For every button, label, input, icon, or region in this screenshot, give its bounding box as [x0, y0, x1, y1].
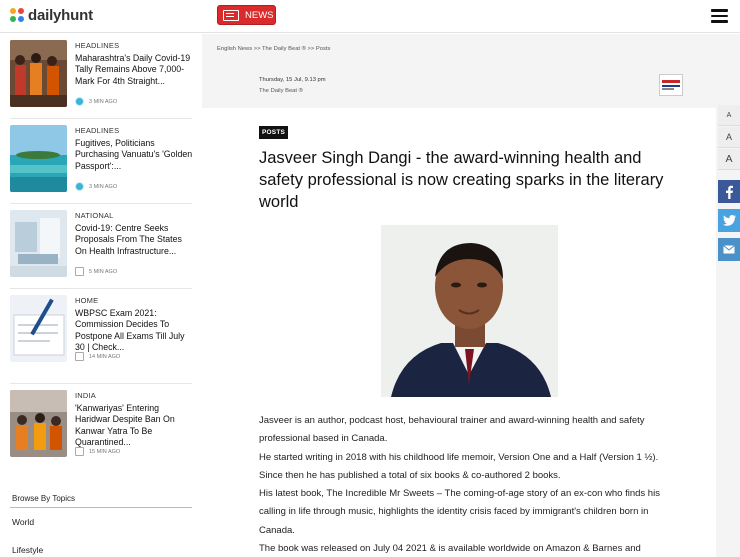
news-thumbnail[interactable]: [10, 125, 67, 192]
font-size-medium-button[interactable]: A: [718, 127, 740, 148]
source-icon: [75, 352, 84, 361]
facebook-share-button[interactable]: [718, 180, 740, 203]
article-source[interactable]: The Daily Beat ®: [259, 88, 303, 94]
article-date: Thursday, 15 Jul, 9.13 pm: [259, 77, 326, 83]
news-thumbnail[interactable]: [10, 40, 67, 107]
news-card[interactable]: HEADLINES Fugitives, Politicians Purchas…: [10, 119, 192, 201]
breadcrumb[interactable]: English News >> The Daily Beat ® >> Post…: [217, 46, 330, 52]
news-category: HEADLINES: [75, 126, 120, 135]
font-size-small-button[interactable]: A: [718, 105, 740, 126]
news-time: 14 MIN AGO: [89, 353, 121, 360]
news-time: 15 MIN AGO: [89, 448, 121, 455]
news-title[interactable]: Covid-19: Centre Seeks Proposals From Th…: [75, 223, 195, 257]
source-icon: [75, 447, 84, 456]
sidebar: HEADLINES Maharashtra's Daily Covid-19 T…: [0, 34, 202, 557]
news-time: 3 MIN AGO: [89, 98, 118, 105]
logo-text: dailyhunt: [28, 7, 93, 24]
email-icon: [723, 245, 735, 254]
news-time: 5 MIN AGO: [89, 268, 118, 275]
source-icon: [75, 267, 84, 276]
news-title[interactable]: WBPSC Exam 2021: Commission Decides To P…: [75, 308, 195, 354]
news-card[interactable]: INDIA 'Kanwariyas' Entering Haridwar Des…: [10, 384, 192, 466]
email-share-button[interactable]: [718, 238, 740, 261]
news-button[interactable]: NEWS: [217, 5, 276, 25]
news-thumbnail[interactable]: [10, 390, 67, 457]
hamburger-menu-icon[interactable]: [711, 9, 728, 23]
divider: [10, 507, 192, 508]
dailyhunt-logo[interactable]: dailyhunt: [10, 7, 93, 24]
newspaper-icon: [223, 9, 239, 21]
twitter-share-button[interactable]: [718, 209, 740, 232]
news-meta: 15 MIN AGO: [75, 447, 120, 456]
topic-link-lifestyle[interactable]: Lifestyle: [12, 545, 43, 555]
news-title[interactable]: Fugitives, Politicians Purchasing Vanuat…: [75, 138, 195, 172]
browse-topics-title: Browse By Topics: [12, 494, 75, 503]
source-icon: [75, 182, 84, 191]
news-title[interactable]: 'Kanwariyas' Entering Haridwar Despite B…: [75, 403, 195, 449]
news-meta: 14 MIN AGO: [75, 352, 120, 361]
category-badge[interactable]: POSTS: [259, 126, 289, 139]
news-card[interactable]: NATIONAL Covid-19: Centre Seeks Proposal…: [10, 204, 192, 286]
news-card[interactable]: HOME WBPSC Exam 2021: Commission Decides…: [10, 289, 192, 371]
news-meta: 3 MIN AGO: [75, 97, 117, 106]
topic-link-world[interactable]: World: [12, 517, 34, 527]
article-paragraph: Jasveer is an author, podcast host, beha…: [259, 415, 645, 445]
news-meta: 5 MIN AGO: [75, 267, 117, 276]
main-content: English News >> The Daily Beat ® >> Post…: [202, 34, 740, 557]
article-text: Jasveer is an author, podcast host, beha…: [259, 412, 669, 557]
facebook-icon: [726, 185, 733, 199]
news-category: NATIONAL: [75, 211, 114, 220]
news-thumbnail[interactable]: [10, 295, 67, 362]
source-icon: [75, 97, 84, 106]
news-card[interactable]: HEADLINES Maharashtra's Daily Covid-19 T…: [10, 34, 192, 116]
news-time: 3 MIN AGO: [89, 183, 118, 190]
top-bar: dailyhunt NEWS: [0, 0, 740, 33]
news-category: HOME: [75, 296, 99, 305]
news-category: HEADLINES: [75, 41, 120, 50]
article-paragraph: His latest book, The Incredible Mr Sweet…: [259, 488, 660, 536]
logo-mark-icon: [10, 7, 26, 24]
article-paragraph: The book was released on July 04 2021 & …: [259, 543, 641, 555]
author-photo: [381, 225, 558, 397]
news-category: INDIA: [75, 391, 97, 400]
news-label: NEWS: [245, 9, 274, 21]
article-paragraph: He started writing in 2018 with his chil…: [259, 451, 659, 481]
article-header: Thursday, 15 Jul, 9.13 pm The Daily Beat…: [202, 74, 740, 108]
article-body: POSTS Jasveer Singh Dangi - the award-wi…: [202, 108, 716, 557]
publisher-logo[interactable]: [659, 74, 683, 96]
news-thumbnail[interactable]: [10, 210, 67, 277]
font-size-large-button[interactable]: A: [718, 149, 740, 170]
twitter-icon: [722, 215, 736, 226]
news-meta: 3 MIN AGO: [75, 182, 117, 191]
article-headline: Jasveer Singh Dangi - the award-winning …: [259, 149, 664, 211]
news-title[interactable]: Maharashtra's Daily Covid-19 Tally Remai…: [75, 53, 195, 87]
